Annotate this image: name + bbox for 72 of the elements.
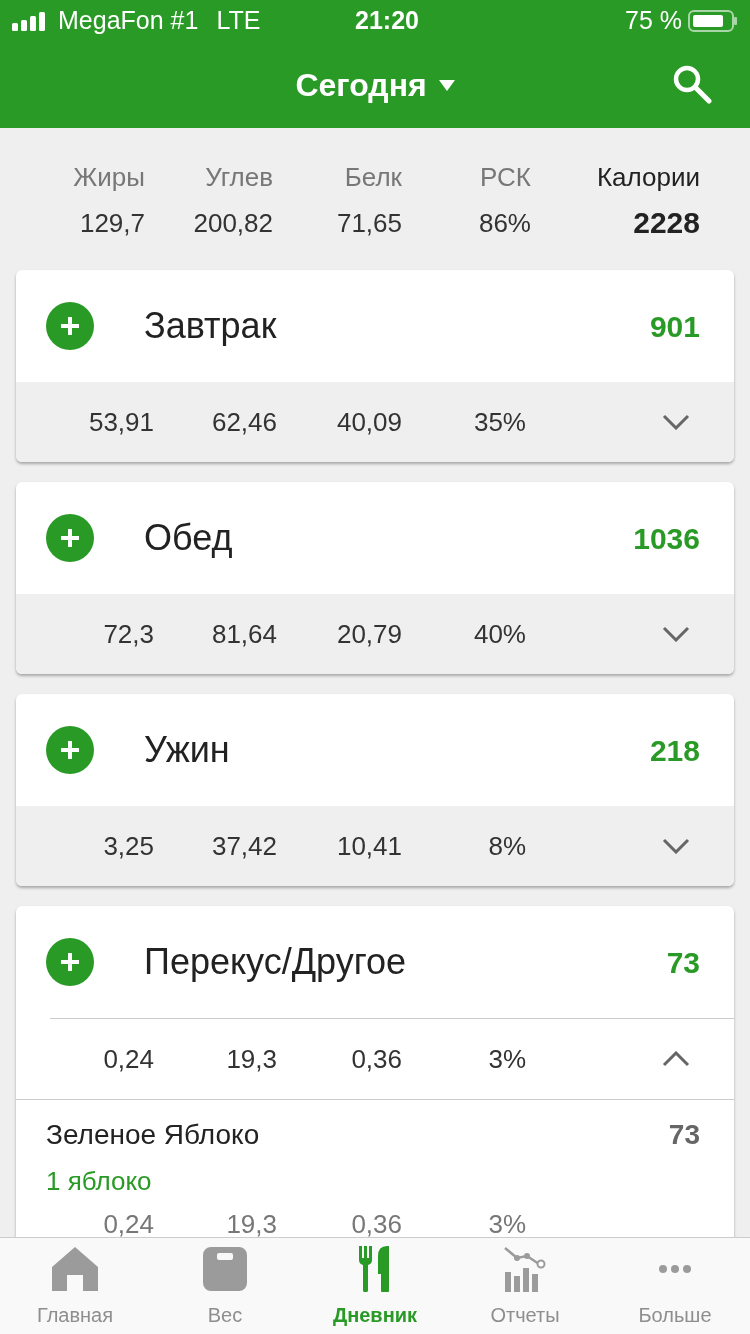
nutrient-label: РСК [480,161,531,194]
macro-value: 20,79 [335,617,402,651]
add-button[interactable] [46,514,94,562]
plus-icon [60,528,80,548]
cutlery-icon [359,1246,391,1292]
meal-calories: 73 [666,944,700,981]
caret-icon [438,79,455,91]
nutrient-label: Белк [344,161,402,194]
scale-icon [203,1247,247,1291]
meal-calories: 901 [649,308,700,345]
meal-title: Перекус/Другое [144,940,408,984]
nutrient-value: 200,82 [193,207,273,239]
meal-title: Завтрак [144,304,278,348]
macro-value: 72,3 [102,617,154,651]
macro-value: 81,64 [210,617,277,651]
macro-value: 19,3 [225,1042,277,1076]
macro-value: 0,36 [350,1042,402,1076]
status-time: 21:20 [354,5,420,37]
network-text: LTE [216,5,261,37]
food-macro: 0,36 [350,1208,402,1237]
food-calories: 73 [668,1118,700,1152]
nutrient-value: 71,65 [336,207,402,239]
add-button[interactable] [46,302,94,350]
carrier-text: MegaFon #1 [58,5,199,37]
food-macro: 19,3 [225,1208,277,1237]
signal-icon [12,11,48,31]
add-button[interactable] [46,938,94,986]
date-selector[interactable]: Сегодня [295,61,455,109]
tab-bar-item[interactable]: Больше [600,1238,750,1334]
search-icon[interactable] [672,64,712,104]
macro-value: 40% [472,617,526,651]
home-icon [52,1247,98,1291]
nutrient-value: 86% [478,207,531,239]
meal-title: Обед [144,516,234,560]
macro-value: 53,91 [87,405,154,439]
macro-value: 0,24 [102,1042,154,1076]
more-icon [658,1264,692,1274]
nutrient-label: Углев [205,161,273,194]
food-portion: 1 яблоко [46,1165,153,1198]
battery-text: 75 % [625,5,682,37]
meal-title: Ужин [144,728,231,772]
expand-chevron-icon[interactable] [662,414,690,430]
macro-value: 3,25 [102,829,154,863]
tab-bar-item[interactable]: Отчеты [450,1238,600,1334]
battery-icon [688,9,738,33]
macro-value: 62,46 [210,405,277,439]
macro-value: 35% [472,405,526,439]
nutrient-label: Калории [596,161,700,194]
plus-icon [60,740,80,760]
macro-value: 40,09 [335,405,402,439]
nutrient-value: 2228 [633,207,700,239]
plus-icon [60,316,80,336]
nutrient-label: Жиры [73,161,145,194]
chart-icon [503,1246,547,1292]
expand-chevron-icon[interactable] [662,838,690,854]
plus-icon [60,952,80,972]
macro-value: 3% [487,1042,526,1076]
nutrient-value: 129,7 [79,207,145,239]
tab-bar-item[interactable]: Дневник [300,1238,450,1334]
add-button[interactable] [46,726,94,774]
tab-bar-item[interactable]: Главная [0,1238,150,1334]
macro-value: 37,42 [210,829,277,863]
food-macro: 0,24 [102,1208,154,1237]
expand-chevron-icon[interactable] [662,626,690,642]
macro-value: 10,41 [335,829,402,863]
food-name: Зеленое Яблоко [46,1118,260,1152]
meal-calories: 1036 [633,520,700,557]
collapse-chevron-icon[interactable] [662,1051,690,1067]
food-macro: 3% [487,1208,526,1237]
meal-calories: 218 [649,732,700,769]
macro-value: 8% [487,829,526,863]
tab-bar-item[interactable]: Вес [150,1238,300,1334]
